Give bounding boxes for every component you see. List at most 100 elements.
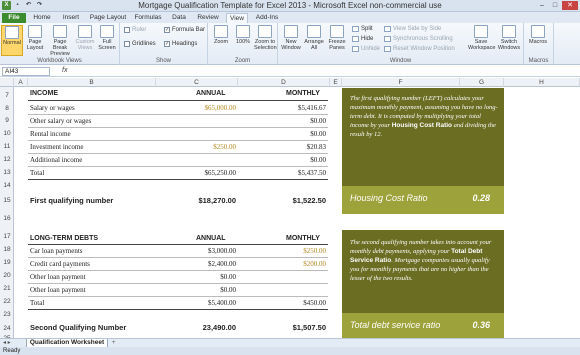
zoom-button[interactable]: Zoom bbox=[210, 25, 232, 45]
switch-windows-button[interactable]: Switch Windows bbox=[496, 25, 522, 51]
page-break-preview-button[interactable]: Page Break Preview bbox=[47, 25, 73, 57]
reset-window-position-button[interactable]: Reset Window Position bbox=[384, 45, 455, 53]
row-header[interactable]: 14 bbox=[0, 182, 14, 189]
row-header[interactable]: 7 bbox=[0, 92, 14, 99]
debt-annual[interactable]: $3,000.00 bbox=[160, 247, 236, 255]
row-header[interactable]: 23 bbox=[0, 311, 14, 318]
first-qualifying-annual[interactable]: $18,270.00 bbox=[160, 196, 236, 205]
synchronous-scrolling-button[interactable]: Synchronous Scrolling bbox=[384, 35, 453, 43]
second-qualifying-annual[interactable]: 23,490.00 bbox=[160, 323, 236, 332]
row-header[interactable]: 24 bbox=[0, 325, 14, 332]
income-monthly[interactable]: $0.00 bbox=[250, 130, 326, 138]
tab-page-layout[interactable]: Page Layout bbox=[88, 13, 128, 23]
row-header[interactable]: 13 bbox=[0, 169, 14, 176]
tab-formulas[interactable]: Formulas bbox=[132, 13, 164, 23]
arrange-all-button[interactable]: Arrange All bbox=[303, 25, 325, 51]
save-workspace-button[interactable]: Save Workspace bbox=[468, 25, 495, 51]
fx-icon[interactable]: fx bbox=[62, 67, 67, 74]
second-qualifying-label[interactable]: Second Qualifying Number bbox=[30, 323, 126, 332]
row-header[interactable]: 15 bbox=[0, 197, 14, 204]
debt-label[interactable]: Car loan payments bbox=[30, 247, 83, 255]
income-label[interactable]: Salary or wages bbox=[30, 104, 75, 112]
income-label[interactable]: Investment income bbox=[30, 143, 83, 151]
row-header[interactable]: 10 bbox=[0, 130, 14, 137]
row-header[interactable]: 19 bbox=[0, 259, 14, 266]
column-header[interactable]: B bbox=[28, 78, 156, 87]
name-box[interactable]: AI43 bbox=[2, 67, 50, 76]
debt-annual[interactable]: $2,400.00 bbox=[160, 260, 236, 268]
minimize-icon[interactable]: – bbox=[536, 1, 548, 10]
first-qualifying-label[interactable]: First qualifying number bbox=[30, 196, 113, 205]
income-total-label[interactable]: Total bbox=[30, 169, 44, 177]
new-sheet-icon[interactable]: + bbox=[112, 339, 116, 347]
select-all-corner[interactable] bbox=[0, 78, 14, 87]
income-monthly[interactable]: $0.00 bbox=[250, 117, 326, 125]
row-header[interactable]: 12 bbox=[0, 156, 14, 163]
view-side-by-side-button[interactable]: View Side by Side bbox=[384, 25, 441, 33]
normal-view-button[interactable]: Normal bbox=[1, 25, 23, 56]
income-annual-header[interactable]: ANNUAL bbox=[196, 90, 226, 97]
gridlines-checkbox[interactable]: Gridlines bbox=[124, 40, 156, 48]
total-debt-ratio-value[interactable]: 0.36 bbox=[472, 320, 490, 330]
debts-header[interactable]: LONG-TERM DEBTS bbox=[30, 235, 98, 242]
freeze-panes-button[interactable]: Freeze Panes bbox=[326, 25, 348, 51]
tab-insert[interactable]: Insert bbox=[58, 13, 84, 23]
custom-views-button[interactable]: Custom Views bbox=[74, 25, 96, 51]
debt-annual[interactable]: $0.00 bbox=[160, 286, 236, 294]
column-header[interactable]: A bbox=[14, 78, 28, 87]
headings-checkbox[interactable]: ✓ Headings bbox=[164, 40, 197, 48]
debts-total-label[interactable]: Total bbox=[30, 299, 44, 307]
income-header[interactable]: INCOME bbox=[30, 90, 58, 97]
close-icon[interactable]: ✕ bbox=[562, 1, 578, 10]
debt-label[interactable]: Credit card payments bbox=[30, 260, 90, 268]
debt-annual[interactable]: $0.00 bbox=[160, 273, 236, 281]
row-header[interactable]: 18 bbox=[0, 246, 14, 253]
income-monthly-header[interactable]: MONTHLY bbox=[286, 90, 320, 97]
row-header[interactable]: 22 bbox=[0, 298, 14, 305]
tab-review[interactable]: Review bbox=[194, 13, 222, 23]
debts-monthly-header[interactable]: MONTHLY bbox=[286, 235, 320, 242]
row-header[interactable]: 8 bbox=[0, 105, 14, 112]
column-header[interactable]: E bbox=[330, 78, 342, 87]
column-header[interactable]: H bbox=[504, 78, 580, 87]
tab-data[interactable]: Data bbox=[168, 13, 190, 23]
row-header[interactable]: 16 bbox=[0, 215, 14, 222]
income-annual[interactable]: $65,000.00 bbox=[160, 104, 237, 112]
tab-add-ins[interactable]: Add-Ins bbox=[252, 13, 282, 23]
split-button[interactable]: Split bbox=[352, 25, 373, 33]
tab-home[interactable]: Home bbox=[30, 13, 54, 23]
income-monthly[interactable]: $20.83 bbox=[250, 143, 326, 151]
row-header[interactable]: 17 bbox=[0, 233, 14, 240]
macros-button[interactable]: Macros bbox=[527, 25, 549, 45]
ruler-checkbox[interactable]: Ruler bbox=[124, 26, 146, 34]
second-qualifying-monthly[interactable]: $1,507.50 bbox=[250, 323, 326, 332]
column-header[interactable]: D bbox=[238, 78, 330, 87]
column-header[interactable]: C bbox=[156, 78, 238, 87]
row-header[interactable]: 21 bbox=[0, 285, 14, 292]
income-annual[interactable]: $250.00 bbox=[160, 143, 236, 151]
debt-label[interactable]: Other loan payment bbox=[30, 273, 86, 281]
housing-cost-ratio-value[interactable]: 0.28 bbox=[472, 193, 490, 203]
income-total-annual[interactable]: $65,250.00 bbox=[160, 169, 237, 177]
column-header[interactable]: G bbox=[460, 78, 504, 87]
tab-view[interactable]: View bbox=[226, 13, 248, 23]
debt-label[interactable]: Other loan payment bbox=[30, 286, 86, 294]
zoom-to-selection-button[interactable]: Zoom to Selection bbox=[254, 25, 277, 51]
tab-file[interactable]: File bbox=[2, 13, 26, 23]
income-label[interactable]: Other salary or wages bbox=[30, 117, 91, 125]
row-header[interactable]: 11 bbox=[0, 143, 14, 150]
debts-annual-header[interactable]: ANNUAL bbox=[196, 235, 226, 242]
income-label[interactable]: Additional income bbox=[30, 156, 82, 164]
sheet-nav-icon[interactable]: ◂ ▸ bbox=[3, 339, 11, 347]
first-qualifying-monthly[interactable]: $1,522.50 bbox=[250, 196, 326, 205]
income-total-monthly[interactable]: $5,437.50 bbox=[250, 169, 326, 177]
column-header[interactable]: F bbox=[342, 78, 460, 87]
income-label[interactable]: Rental income bbox=[30, 130, 71, 138]
debts-total-monthly[interactable]: $450.00 bbox=[250, 299, 326, 307]
full-screen-button[interactable]: Full Screen bbox=[96, 25, 118, 51]
row-header[interactable]: 20 bbox=[0, 272, 14, 279]
hide-button[interactable]: Hide bbox=[352, 35, 373, 43]
income-monthly[interactable]: $5,416.67 bbox=[250, 104, 326, 112]
zoom-100-button[interactable]: 100% bbox=[232, 25, 254, 45]
page-layout-view-button[interactable]: Page Layout bbox=[24, 25, 46, 51]
